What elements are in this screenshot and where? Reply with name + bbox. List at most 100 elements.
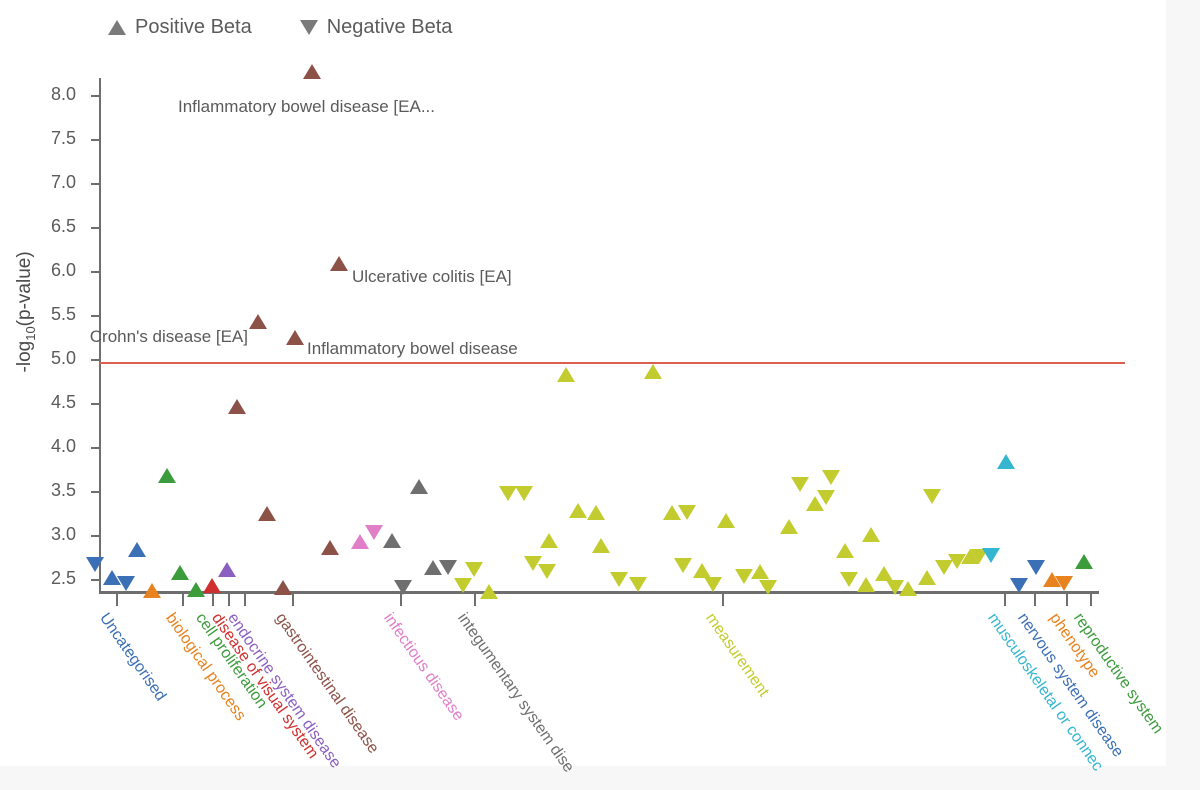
- data-point[interactable]: [918, 570, 936, 585]
- data-point[interactable]: [840, 572, 858, 587]
- y-axis-tick: [91, 403, 100, 405]
- triangle-up-icon: [108, 19, 126, 35]
- x-axis-tick: [1004, 594, 1006, 606]
- triangle-down-icon: [299, 19, 318, 35]
- data-point[interactable]: [862, 527, 880, 542]
- y-axis-tick-label: 7.5: [50, 128, 76, 148]
- point-annotation-1: Ulcerative colitis [EA]: [352, 267, 512, 286]
- x-axis-tick: [212, 594, 214, 606]
- data-point[interactable]: [203, 578, 221, 593]
- data-point[interactable]: [592, 538, 610, 553]
- y-axis-tick-label: 6.5: [50, 216, 76, 236]
- data-point[interactable]: [1075, 554, 1093, 569]
- y-axis-tick: [91, 183, 100, 185]
- data-point[interactable]: [557, 367, 575, 382]
- y-axis-tick: [91, 227, 100, 229]
- data-point[interactable]: [274, 580, 292, 595]
- legend-label-negative-beta: Negative Beta: [326, 15, 453, 38]
- data-point[interactable]: [610, 572, 628, 587]
- data-point[interactable]: [158, 468, 176, 483]
- data-point[interactable]: [629, 577, 647, 592]
- data-point[interactable]: [540, 533, 558, 548]
- data-point[interactable]: [394, 580, 412, 595]
- data-point[interactable]: [480, 584, 498, 599]
- plot-surface: [0, 0, 1166, 766]
- y-axis-tick: [91, 95, 100, 97]
- data-point[interactable]: [751, 564, 769, 579]
- y-axis-title-subscript: 10: [22, 326, 38, 341]
- data-point[interactable]: [330, 256, 348, 271]
- data-point[interactable]: [857, 577, 875, 592]
- x-axis-tick: [474, 594, 476, 606]
- data-point[interactable]: [303, 64, 321, 79]
- legend: Positive Beta Negative Beta: [108, 10, 452, 44]
- y-axis-tick-label: 5.0: [50, 348, 76, 368]
- data-point[interactable]: [383, 533, 401, 548]
- data-point[interactable]: [286, 330, 304, 345]
- y-axis-tick-label: 8.0: [50, 84, 76, 104]
- data-point[interactable]: [875, 566, 893, 581]
- data-point[interactable]: [454, 578, 472, 593]
- data-point[interactable]: [258, 506, 276, 521]
- data-point[interactable]: [923, 489, 941, 504]
- chart-root: Positive Beta Negative Beta -log10(p-val…: [0, 0, 1200, 790]
- legend-label-positive-beta: Positive Beta: [135, 15, 252, 38]
- data-point[interactable]: [587, 505, 605, 520]
- y-axis-tick: [91, 447, 100, 449]
- data-point[interactable]: [780, 519, 798, 534]
- x-axis-tick: [1066, 594, 1068, 606]
- y-axis-tick-label: 6.0: [50, 260, 76, 280]
- data-point[interactable]: [899, 581, 917, 596]
- x-axis-tick: [292, 594, 294, 606]
- legend-item-negative-beta[interactable]: Negative Beta: [299, 15, 453, 39]
- data-point[interactable]: [678, 505, 696, 520]
- data-point[interactable]: [321, 540, 339, 555]
- data-point[interactable]: [674, 558, 692, 573]
- data-point[interactable]: [982, 548, 1000, 563]
- x-axis-tick: [1090, 594, 1092, 606]
- y-axis-tick: [91, 491, 100, 493]
- right-chrome-band: [1166, 0, 1200, 766]
- data-point[interactable]: [791, 477, 809, 492]
- data-point[interactable]: [538, 564, 556, 579]
- data-point[interactable]: [759, 580, 777, 595]
- data-point[interactable]: [86, 557, 104, 572]
- data-point[interactable]: [817, 490, 835, 505]
- data-point[interactable]: [836, 543, 854, 558]
- x-axis-line: [99, 591, 1099, 594]
- y-axis-tick: [91, 139, 100, 141]
- data-point[interactable]: [249, 314, 267, 329]
- y-axis-tick-label: 2.5: [50, 568, 76, 588]
- x-axis-tick: [182, 594, 184, 606]
- data-point[interactable]: [128, 542, 146, 557]
- data-point[interactable]: [997, 454, 1015, 469]
- data-point[interactable]: [117, 576, 135, 591]
- y-axis-tick-label: 5.5: [50, 304, 76, 324]
- legend-item-positive-beta[interactable]: Positive Beta: [108, 16, 252, 39]
- data-point[interactable]: [171, 565, 189, 580]
- data-point[interactable]: [693, 563, 711, 578]
- data-point[interactable]: [515, 486, 533, 501]
- y-axis-tick: [91, 359, 100, 361]
- data-point[interactable]: [465, 562, 483, 577]
- data-point[interactable]: [569, 503, 587, 518]
- y-axis-tick: [91, 579, 100, 581]
- y-axis-tick-label: 4.5: [50, 392, 76, 412]
- data-point[interactable]: [1055, 576, 1073, 591]
- data-point[interactable]: [228, 399, 246, 414]
- bottom-chrome-band: [0, 766, 1200, 790]
- data-point[interactable]: [644, 364, 662, 379]
- x-axis-tick: [1034, 594, 1036, 606]
- data-point[interactable]: [717, 513, 735, 528]
- data-point[interactable]: [365, 525, 383, 540]
- data-point[interactable]: [704, 577, 722, 592]
- data-point[interactable]: [410, 479, 428, 494]
- y-axis-tick: [91, 535, 100, 537]
- data-point[interactable]: [143, 583, 161, 598]
- data-point[interactable]: [1010, 578, 1028, 593]
- y-axis-tick-label: 3.0: [50, 524, 76, 544]
- data-point[interactable]: [218, 562, 236, 577]
- y-axis-tick-label: 3.5: [50, 480, 76, 500]
- data-point[interactable]: [822, 470, 840, 485]
- data-point[interactable]: [439, 560, 457, 575]
